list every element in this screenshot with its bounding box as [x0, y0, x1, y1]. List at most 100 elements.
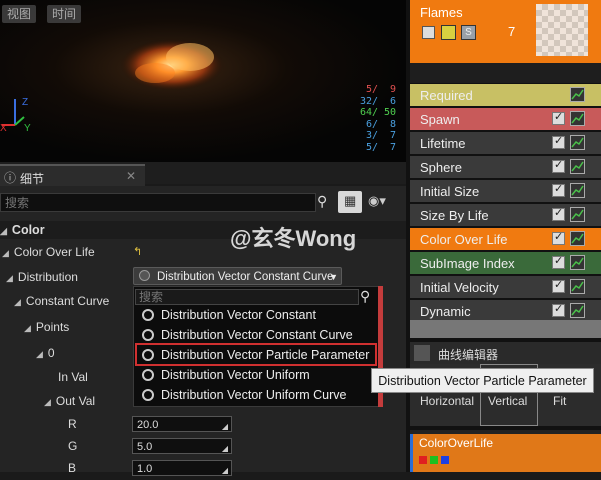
module-row[interactable]: Lifetime	[410, 132, 601, 155]
module-enable-checkbox[interactable]	[552, 302, 565, 317]
prop-row-g: G 5.0 ◢	[0, 434, 406, 458]
r-value-field[interactable]: 20.0 ◢	[132, 416, 232, 432]
curve-item-color-over-life[interactable]: ColorOverLife	[410, 434, 601, 472]
g-value: 5.0	[137, 441, 153, 453]
module-enable-checkbox[interactable]	[552, 206, 565, 221]
in-val-label: In Val	[58, 370, 88, 384]
module-enable-checkbox[interactable]	[552, 254, 565, 269]
stat-row: 32/6	[359, 95, 396, 107]
points-label: Points	[35, 320, 70, 334]
particle-stats: 5/9 32/6 64/50 6/8 3/7 5/7	[360, 84, 396, 153]
module-row[interactable]: Initial Velocity	[410, 276, 601, 299]
curve-graph-icon[interactable]	[570, 231, 585, 246]
red-channel-icon[interactable]	[419, 456, 427, 464]
green-channel-icon[interactable]	[430, 456, 438, 464]
dropdown-option-uniform-curve[interactable]: Distribution Vector Uniform Curve	[142, 385, 346, 405]
module-row[interactable]: SubImage Index	[410, 252, 601, 275]
watermark: @玄冬Wong	[230, 226, 357, 251]
curve-graph-icon[interactable]	[570, 255, 585, 270]
distribution-label: Distribution	[17, 270, 78, 284]
module-label: Lifetime	[420, 136, 466, 151]
tab-details[interactable]: ⓘ 细节 ✕	[0, 164, 145, 186]
emitter-render-mode-icon[interactable]	[441, 25, 456, 40]
b-value-field[interactable]: 1.0 ◢	[132, 460, 232, 476]
module-label: Spawn	[420, 112, 460, 127]
svg-text:X: X	[0, 123, 7, 134]
radio-icon	[142, 368, 154, 381]
curve-graph-icon[interactable]	[570, 111, 585, 126]
emitter-count: 7	[508, 24, 516, 39]
dropdown-option-constant-curve[interactable]: Distribution Vector Constant Curve	[142, 325, 353, 345]
eye-visibility-icon[interactable]: ◉▾	[368, 193, 386, 209]
b-label: B	[68, 461, 77, 475]
svg-text:Y: Y	[24, 123, 31, 134]
reset-arrow-icon[interactable]: ↰	[133, 245, 142, 258]
radio-icon	[142, 328, 154, 341]
stat-row: 5/9	[365, 84, 396, 95]
module-label: Color Over Life	[420, 232, 508, 247]
module-row[interactable]: Initial Size	[410, 180, 601, 203]
emitter-enable-checkbox[interactable]	[422, 26, 435, 39]
module-label: Sphere	[420, 160, 462, 175]
dropdown-option-uniform[interactable]: Distribution Vector Uniform	[142, 365, 310, 385]
module-label: Size By Life	[420, 208, 489, 223]
dropdown-selected-label: Distribution Vector Constant Curve	[157, 271, 334, 283]
index0-label: 0	[47, 346, 55, 360]
module-row[interactable]: Size By Life	[410, 204, 601, 227]
module-row[interactable]: Color Over Life	[410, 228, 601, 251]
tab-curve-editor[interactable]: 曲线编辑器	[410, 342, 601, 364]
curve-graph-icon[interactable]	[570, 279, 585, 294]
emitter-header-flames[interactable]: Flames S 7	[410, 0, 601, 63]
module-scrollbar[interactable]	[410, 320, 601, 338]
curve-item-label: ColorOverLife	[419, 436, 494, 450]
curve-graph-icon[interactable]	[570, 207, 585, 222]
stat-row: 6/8	[365, 118, 396, 130]
view-button[interactable]: 视图	[2, 5, 37, 23]
r-label: R	[68, 417, 77, 431]
close-tab-icon[interactable]: ✕	[126, 169, 136, 183]
category-color-label: ◢ Color	[0, 223, 45, 237]
solo-icon[interactable]: S	[461, 25, 476, 40]
info-icon: ⓘ	[4, 171, 17, 185]
property-matrix-button[interactable]: ▦	[338, 191, 362, 213]
details-search-input[interactable]	[0, 193, 316, 212]
curve-graph-icon[interactable]	[570, 87, 585, 102]
module-row[interactable]: Required	[410, 84, 601, 107]
curve-graph-icon[interactable]	[570, 183, 585, 198]
module-enable-checkbox[interactable]	[552, 134, 565, 149]
module-enable-checkbox[interactable]	[552, 278, 565, 293]
distribution-dropdown[interactable]: Distribution Vector Constant Curve ▼	[133, 267, 342, 285]
b-value: 1.0	[137, 463, 153, 475]
fit-button[interactable]: Fit	[553, 394, 566, 408]
drag-grip-icon: ◢	[221, 466, 228, 475]
search-icon[interactable]: ⚲	[317, 193, 327, 210]
curve-graph-icon[interactable]	[570, 135, 585, 150]
dropdown-option-constant[interactable]: Distribution Vector Constant	[142, 305, 316, 325]
module-enable-checkbox[interactable]	[552, 182, 565, 197]
module-enable-checkbox[interactable]	[552, 110, 565, 125]
curve-graph-icon[interactable]	[570, 159, 585, 174]
g-label: G	[68, 439, 78, 453]
module-enable-checkbox[interactable]	[552, 158, 565, 173]
color-over-life-label: Color Over Life	[13, 245, 95, 259]
out-val-label: Out Val	[55, 394, 96, 408]
module-label: SubImage Index	[420, 256, 515, 271]
curve-editor-label: 曲线编辑器	[438, 348, 499, 362]
curve-graph-icon[interactable]	[570, 303, 585, 318]
time-button[interactable]: 时间	[47, 5, 82, 23]
emitter-spacer	[410, 63, 601, 83]
module-enable-checkbox[interactable]	[552, 230, 565, 245]
blue-channel-icon[interactable]	[441, 456, 449, 464]
drag-grip-icon: ◢	[221, 422, 228, 431]
dropdown-search-input[interactable]	[135, 289, 359, 305]
particle-viewport[interactable]: 视图 时间 Z X Y 5/9 32/6 64/50 6/8 3/7 5/7	[0, 0, 406, 162]
search-icon[interactable]: ⚲	[360, 288, 370, 305]
svg-text:Z: Z	[22, 97, 28, 108]
radio-icon	[142, 388, 154, 401]
radio-icon	[142, 308, 154, 321]
module-row[interactable]: Spawn	[410, 108, 601, 131]
g-value-field[interactable]: 5.0 ◢	[132, 438, 232, 454]
horizontal-button[interactable]: Horizontal	[420, 394, 474, 408]
module-row[interactable]: Sphere	[410, 156, 601, 179]
details-tab-label: 细节	[20, 172, 45, 186]
